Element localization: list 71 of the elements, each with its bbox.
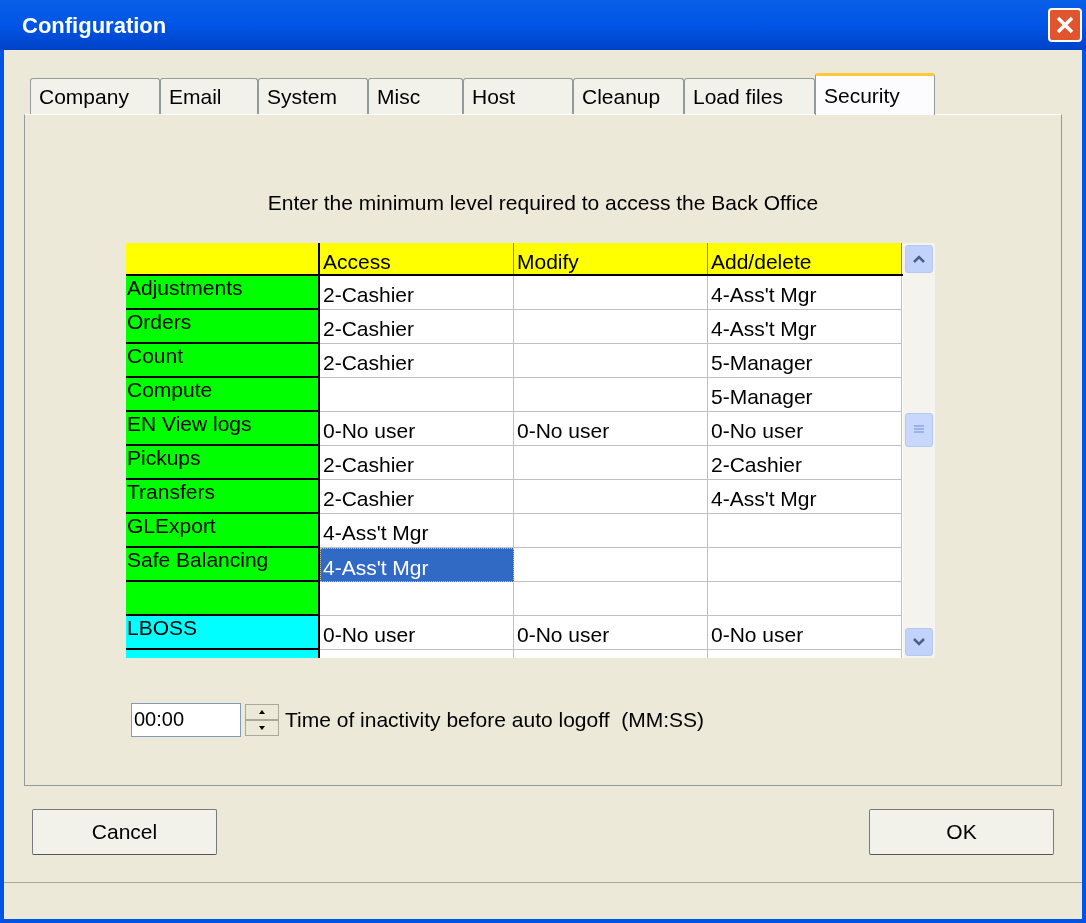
tab[interactable]: Misc (368, 78, 463, 114)
scroll-thumb[interactable] (905, 412, 933, 447)
row-header[interactable]: LBOSS (126, 615, 320, 650)
column-header[interactable]: Modify (514, 242, 708, 274)
down-arrow-icon (259, 725, 265, 730)
table-cell[interactable]: 0-No user (320, 411, 514, 446)
table-cell[interactable]: 0-No user (514, 615, 708, 650)
row-header[interactable]: Count (126, 343, 320, 378)
table-cell[interactable]: 2-Cashier (320, 275, 514, 310)
table-cell[interactable] (514, 581, 708, 616)
row-header[interactable]: Adjustments (126, 275, 320, 310)
table-cell[interactable] (514, 309, 708, 344)
tab[interactable]: Company (30, 78, 160, 114)
table-cell[interactable]: 0-No user (514, 411, 708, 446)
row-header[interactable]: GLExport (126, 513, 320, 548)
table-cell[interactable] (514, 513, 708, 548)
table-cell[interactable] (320, 377, 514, 412)
table-cell[interactable]: 0-No user (320, 615, 514, 650)
table-cell[interactable]: 2-Cashier (708, 445, 902, 480)
table-cell[interactable] (514, 445, 708, 480)
grip-icon (913, 424, 925, 435)
timeout-field[interactable]: 00:00 (131, 702, 241, 737)
row-header[interactable]: Safe Balancing (126, 547, 320, 582)
scroll-up-button[interactable] (905, 244, 933, 273)
instruction-text: Enter the minimum level required to access the Back Office (267, 190, 819, 216)
timeout-label: Time of inactivity before auto logoff (MM:SS) (285, 706, 704, 733)
row-header[interactable] (126, 581, 320, 616)
tab[interactable]: Load files (684, 78, 815, 114)
table-cell[interactable]: 5-Manager (708, 343, 902, 378)
tab[interactable]: Host (463, 78, 573, 114)
table-cell[interactable]: 5-Manager (708, 377, 902, 412)
table-cell[interactable]: 4-Ass't Mgr (320, 547, 514, 582)
tab[interactable]: Email (160, 78, 258, 114)
table-cell[interactable] (514, 275, 708, 310)
table-cell[interactable] (708, 513, 902, 548)
table-cell[interactable]: 4-Ass't Mgr (708, 479, 902, 514)
scroll-down-button[interactable] (905, 627, 933, 656)
column-header[interactable]: Access (320, 242, 514, 274)
row-header[interactable]: EN View logs (126, 411, 320, 446)
tab[interactable]: Cleanup (573, 78, 684, 114)
tab[interactable]: Security (815, 73, 935, 115)
window-title: Configuration (22, 11, 167, 40)
ok-button[interactable]: OK (869, 809, 1054, 855)
row-header[interactable]: Compute (126, 377, 320, 412)
table-cell[interactable]: 0-No user (708, 615, 902, 650)
up-arrow-icon (259, 709, 265, 714)
row-header[interactable]: Pickups (126, 445, 320, 480)
close-button[interactable] (1048, 8, 1082, 42)
table-cell[interactable]: 4-Ass't Mgr (320, 513, 514, 548)
table-cell[interactable]: 0-No user (708, 411, 902, 446)
spin-up-button[interactable] (245, 703, 279, 720)
table-cell[interactable] (320, 581, 514, 616)
table-cell[interactable]: 4-Ass't Mgr (708, 275, 902, 310)
table-cell[interactable] (708, 547, 902, 582)
table-cell[interactable]: 2-Cashier (320, 445, 514, 480)
table-cell[interactable] (514, 547, 708, 582)
table-cell[interactable] (514, 343, 708, 378)
table-cell[interactable]: 2-Cashier (320, 343, 514, 378)
row-header[interactable]: Orders (126, 309, 320, 344)
table-cell[interactable] (708, 581, 902, 616)
tab[interactable]: System (258, 78, 368, 114)
table-cell[interactable]: 2-Cashier (320, 309, 514, 344)
scrollbar[interactable] (903, 242, 935, 658)
close-icon (1055, 15, 1075, 35)
table-cell[interactable]: 4-Ass't Mgr (708, 309, 902, 344)
table-cell[interactable] (514, 377, 708, 412)
cancel-button[interactable]: Cancel (32, 809, 217, 855)
table-cell[interactable]: 2-Cashier (320, 479, 514, 514)
row-header[interactable]: Transfers (126, 479, 320, 514)
table-cell[interactable] (514, 479, 708, 514)
column-header[interactable]: Add/delete (708, 242, 902, 274)
